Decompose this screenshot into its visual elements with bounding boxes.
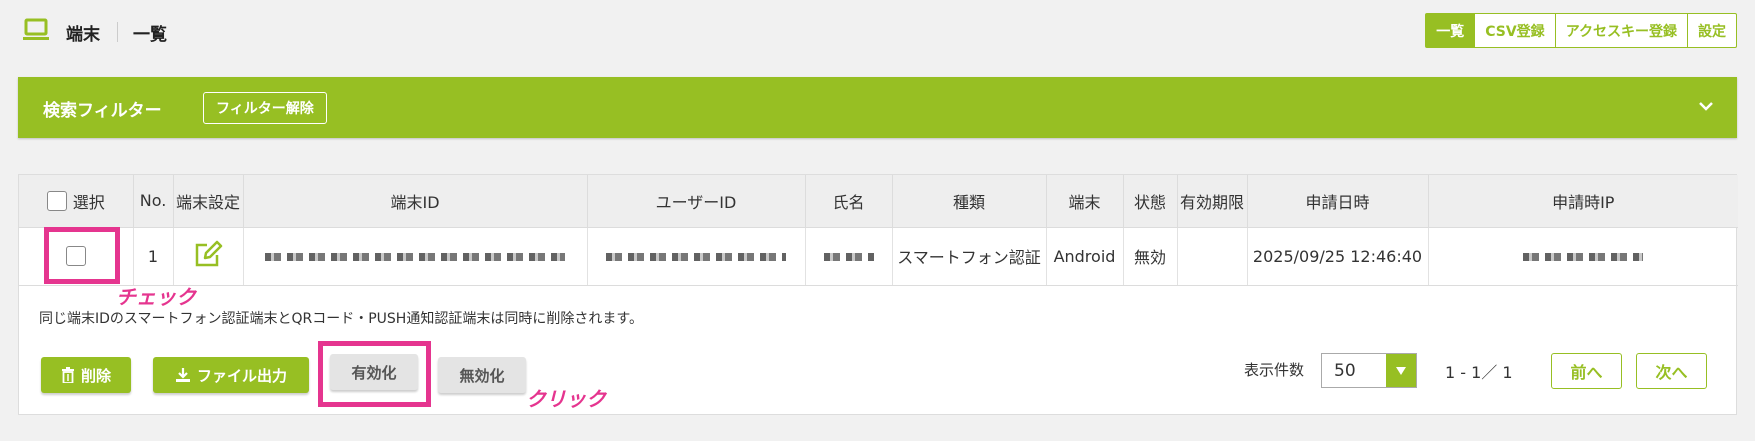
row-status: 無効 [1123, 227, 1178, 286]
tab-csv-register[interactable]: CSV登録 [1474, 14, 1554, 47]
col-status[interactable]: 状態 [1123, 175, 1178, 228]
next-page-button[interactable]: 次へ [1636, 353, 1707, 389]
redacted-user-id [606, 253, 786, 261]
per-page-value: 50 [1334, 361, 1356, 381]
row-applied-at: 2025/09/25 12:46:40 [1247, 227, 1429, 286]
annotation-check: チェック [116, 285, 196, 309]
filter-title: 検索フィルター [43, 101, 162, 121]
chevron-down-icon[interactable] [1697, 97, 1715, 115]
select-all-checkbox[interactable] [46, 190, 67, 211]
col-no: No. [133, 175, 174, 228]
col-applied-at[interactable]: 申請日時 [1247, 175, 1429, 228]
table-header-row: 選択 No. 端末設定 端末ID ユーザーID 氏名 種類 端末 状態 有効期限… [19, 175, 1738, 228]
filter-clear-button[interactable]: フィルター解除 [203, 92, 327, 124]
view-tabs: 一覧 CSV登録 アクセスキー登録 設定 [1425, 13, 1737, 48]
col-applied-ip[interactable]: 申請時IP [1428, 175, 1738, 228]
col-expiry[interactable]: 有効期限 [1177, 175, 1248, 228]
annotation-click: クリック [526, 387, 606, 411]
export-button-label: ファイル出力 [196, 366, 287, 385]
export-file-button[interactable]: ファイル出力 [153, 357, 309, 393]
search-filter-bar[interactable]: 検索フィルター フィルター解除 [18, 77, 1737, 138]
laptop-icon [23, 18, 49, 40]
row-device-id [243, 227, 588, 286]
col-device-settings: 端末設定 [173, 175, 244, 228]
col-label-select: 選択 [72, 192, 105, 212]
col-select: 選択 [19, 175, 134, 228]
page-header: 端末 一覧 一覧 CSV登録 アクセスキー登録 設定 [0, 0, 1755, 64]
per-page-label: 表示件数 [1244, 361, 1305, 379]
row-device: Android [1046, 227, 1124, 286]
download-icon [175, 368, 190, 382]
redacted-ip [1523, 253, 1644, 261]
device-list-panel: 選択 No. 端末設定 端末ID ユーザーID 氏名 種類 端末 状態 有効期限… [18, 174, 1738, 415]
delete-note: 同じ端末IDのスマートフォン認証端末とQRコード・PUSH通知認証端末は同時に削… [39, 311, 643, 327]
col-user-id[interactable]: ユーザーID [587, 175, 806, 228]
row-applied-ip [1428, 227, 1738, 286]
disable-button[interactable]: 無効化 [438, 357, 526, 393]
delete-button[interactable]: 削除 [41, 357, 131, 393]
page-subtitle: 一覧 [133, 25, 167, 45]
tab-settings[interactable]: 設定 [1687, 14, 1736, 47]
title-divider [117, 22, 118, 42]
row-no: 1 [133, 227, 174, 286]
col-device-id[interactable]: 端末ID [243, 175, 588, 228]
tab-list[interactable]: 一覧 [1426, 14, 1475, 47]
redacted-name [823, 253, 874, 261]
col-type[interactable]: 種類 [892, 175, 1047, 228]
prev-page-button[interactable]: 前へ [1551, 353, 1622, 389]
col-device[interactable]: 端末 [1046, 175, 1124, 228]
col-name[interactable]: 氏名 [805, 175, 893, 228]
edit-icon[interactable] [193, 240, 223, 268]
row-name [805, 227, 893, 286]
tab-access-key-register[interactable]: アクセスキー登録 [1554, 14, 1687, 47]
disable-button-label: 無効化 [459, 366, 505, 385]
checkbox-highlight [44, 227, 120, 284]
row-user-id [587, 227, 806, 286]
row-edit-cell [173, 227, 244, 286]
row-expiry [1177, 227, 1248, 286]
dropdown-arrow-icon [1386, 354, 1416, 387]
enable-button-highlight [318, 341, 431, 407]
delete-button-label: 削除 [80, 366, 111, 385]
page-title: 端末 [66, 25, 100, 45]
page-range: 1 - 1／ 1 [1445, 363, 1513, 382]
trash-icon [61, 367, 74, 383]
row-type: スマートフォン認証 [892, 227, 1047, 286]
device-table: 選択 No. 端末設定 端末ID ユーザーID 氏名 種類 端末 状態 有効期限… [19, 175, 1738, 286]
redacted-device-id [265, 253, 565, 261]
table-row: 1 スマートフォン認証 Android 無効 2025/09/25 12:46:… [19, 227, 1738, 286]
per-page-select[interactable]: 50 [1321, 353, 1417, 388]
